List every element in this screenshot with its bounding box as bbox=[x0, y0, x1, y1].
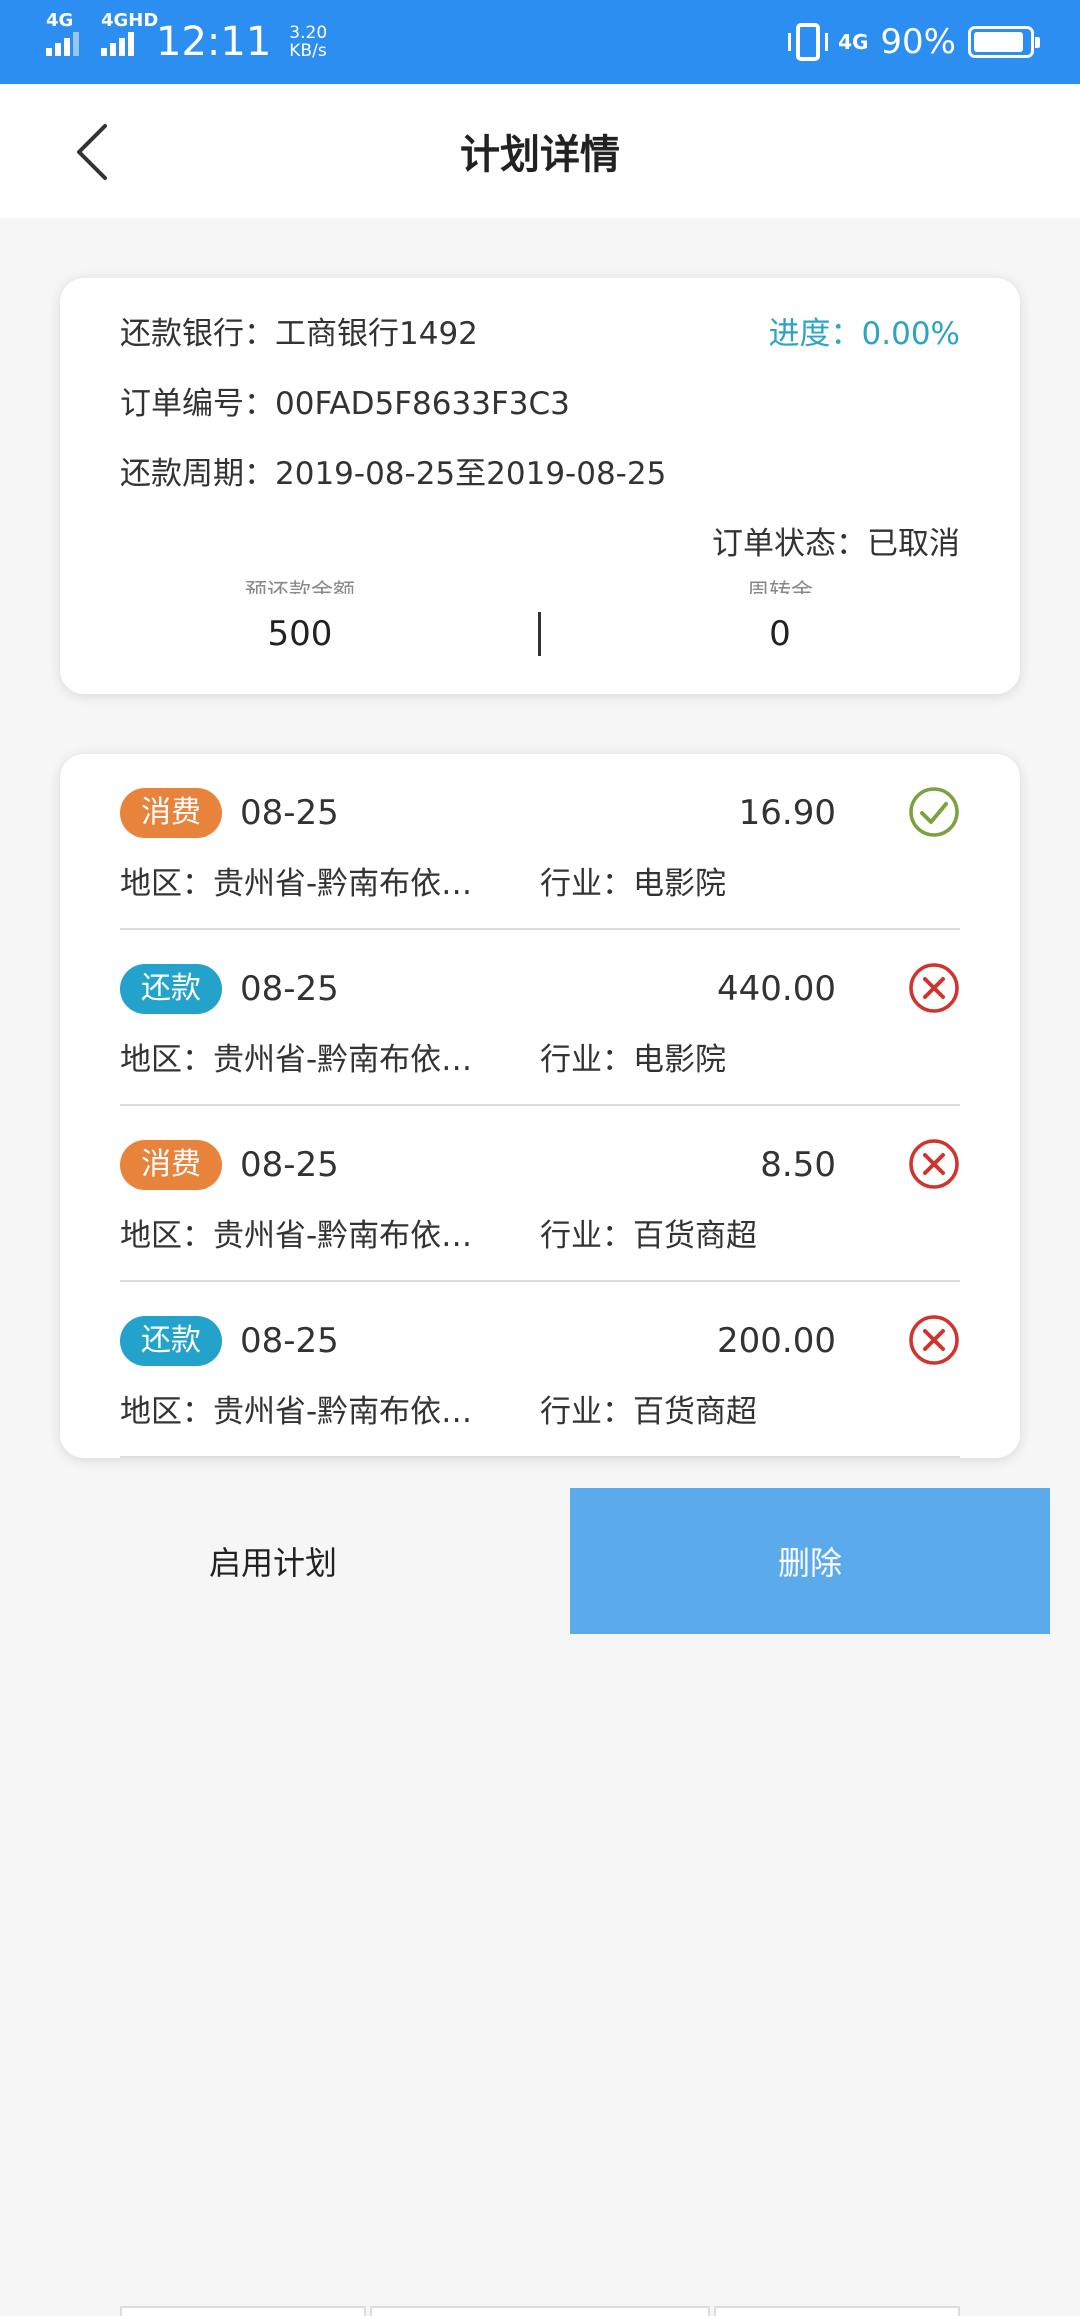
record-date: 08-25 bbox=[240, 1145, 339, 1185]
record-item[interactable]: 消费 08-25 8.50 地区：贵州省-黔南布依… 行业：百货商超 bbox=[120, 1106, 960, 1282]
network-label-2: 4GHD bbox=[101, 10, 159, 31]
repay-bank: 还款银行：工商银行1492 bbox=[120, 316, 478, 352]
turnover-value: 0 bbox=[769, 614, 791, 654]
record-industry: 行业：百货商超 bbox=[540, 1394, 757, 1430]
record-amount: 8.50 bbox=[760, 1145, 836, 1185]
bottom-tab-edge bbox=[714, 2306, 960, 2316]
record-date: 08-25 bbox=[240, 969, 339, 1009]
record-type-tag: 还款 bbox=[120, 964, 222, 1014]
battery-fill bbox=[974, 32, 1023, 52]
speed-unit: KB/s bbox=[289, 41, 327, 61]
progress-text: 进度：0.00% bbox=[768, 316, 960, 352]
back-button[interactable] bbox=[62, 122, 122, 182]
nav-header: 计划详情 bbox=[0, 84, 1080, 218]
turnover-block: 周转金 0 bbox=[540, 578, 1020, 654]
record-date: 08-25 bbox=[240, 1321, 339, 1361]
status-time: 12:11 bbox=[156, 19, 272, 65]
record-amount: 440.00 bbox=[717, 969, 836, 1009]
record-item[interactable]: 还款 08-25 440.00 地区：贵州省-黔南布依… 行业：电影院 bbox=[120, 930, 960, 1106]
record-amount: 200.00 bbox=[717, 1321, 836, 1361]
record-type-tag: 消费 bbox=[120, 788, 222, 838]
bottom-tab-edge bbox=[370, 2306, 710, 2316]
signal-icon-2: 4GHD bbox=[101, 10, 158, 56]
status-right: 4G 90% bbox=[788, 22, 1040, 62]
record-industry: 行业：电影院 bbox=[540, 1042, 726, 1078]
order-status: 订单状态：已取消 bbox=[712, 526, 960, 562]
success-check-icon bbox=[909, 787, 959, 837]
network-speed: 3.20 KB/s bbox=[289, 24, 327, 60]
plan-summary-card: 还款银行：工商银行1492 进度：0.00% 订单编号：00FAD5F8633F… bbox=[60, 278, 1020, 694]
page-title: 计划详情 bbox=[460, 132, 620, 178]
order-number: 订单编号：00FAD5F8633F3C3 bbox=[120, 386, 570, 422]
record-region: 地区：贵州省-黔南布依… bbox=[120, 1218, 473, 1254]
prepay-amount-label: 预还款金额 bbox=[244, 580, 355, 594]
prepay-amount-value: 500 bbox=[267, 614, 333, 654]
record-industry: 行业：百货商超 bbox=[540, 1218, 757, 1254]
enable-plan-button[interactable]: 启用计划 bbox=[30, 1488, 516, 1634]
speed-value: 3.20 bbox=[289, 23, 328, 43]
record-industry: 行业：电影院 bbox=[540, 866, 726, 902]
chevron-left-icon bbox=[77, 124, 107, 180]
prepay-amount-block: 预还款金额 500 bbox=[60, 578, 540, 654]
status-bar: 4G 4GHD 12:11 3.20 KB/s 4G 90% bbox=[0, 0, 1080, 84]
record-region: 地区：贵州省-黔南布依… bbox=[120, 1394, 473, 1430]
delete-button[interactable]: 删除 bbox=[570, 1488, 1050, 1634]
failed-x-icon bbox=[909, 1139, 959, 1189]
record-item[interactable]: 还款 08-25 200.00 地区：贵州省-黔南布依… 行业：百货商超 bbox=[120, 1282, 960, 1458]
record-region: 地区：贵州省-黔南布依… bbox=[120, 1042, 473, 1078]
vibrate-icon bbox=[788, 23, 829, 61]
turnover-label: 周转金 bbox=[746, 580, 813, 594]
repay-period: 还款周期：2019-08-25至2019-08-25 bbox=[120, 456, 667, 492]
battery-percent: 90% bbox=[880, 22, 956, 62]
failed-x-icon bbox=[909, 963, 959, 1013]
failed-x-icon bbox=[909, 1315, 959, 1365]
network-label-1: 4G bbox=[46, 10, 74, 31]
bottom-tab-edge bbox=[120, 2306, 366, 2316]
record-type-tag: 消费 bbox=[120, 1140, 222, 1190]
signal-icon: 4G bbox=[46, 10, 79, 56]
battery-icon bbox=[968, 26, 1040, 58]
status-left: 4G 4GHD 12:11 3.20 KB/s bbox=[46, 10, 327, 65]
record-type-tag: 还款 bbox=[120, 1316, 222, 1366]
record-amount: 16.90 bbox=[738, 793, 836, 833]
record-region: 地区：贵州省-黔南布依… bbox=[120, 866, 473, 902]
record-item[interactable]: 消费 08-25 16.90 地区：贵州省-黔南布依… 行业：电影院 bbox=[120, 754, 960, 930]
plan-records-list: 消费 08-25 16.90 地区：贵州省-黔南布依… 行业：电影院 还款 08… bbox=[60, 754, 1020, 1458]
network-label-3: 4G bbox=[838, 30, 869, 54]
record-date: 08-25 bbox=[240, 793, 339, 833]
